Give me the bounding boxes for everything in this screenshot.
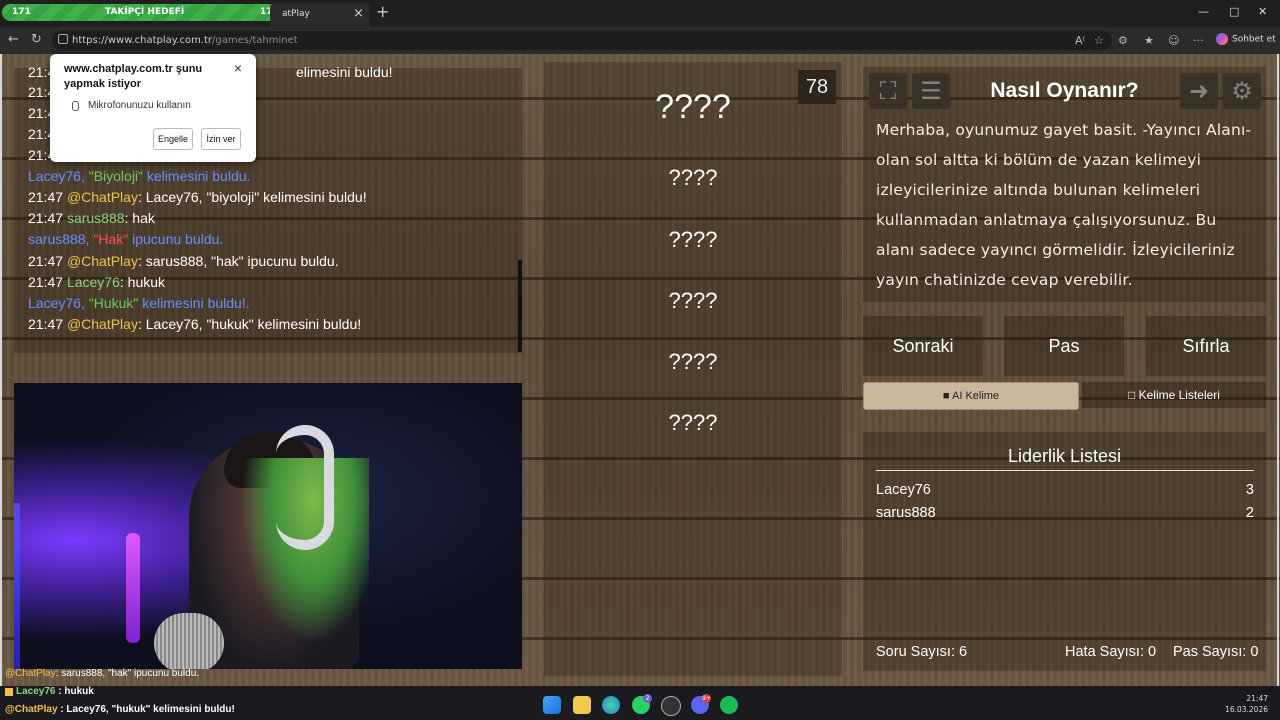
- permission-text: Mikrofonunuzu kullanın: [88, 100, 191, 111]
- ticker-marker-icon: [5, 688, 13, 696]
- profile-icon[interactable]: ☺: [1168, 34, 1179, 47]
- follower-goal-bar: 171 TAKİPÇİ HEDEFİ 175: [2, 4, 288, 22]
- ai-word-button[interactable]: ■ AI Kelime: [863, 382, 1079, 410]
- allow-button[interactable]: İzin ver: [201, 128, 241, 150]
- browser-tab-strip: 171 TAKİPÇİ HEDEFİ 175 atPlay × + — □ ✕: [0, 0, 1280, 27]
- reset-button[interactable]: Sıfırla: [1146, 316, 1266, 376]
- error-count: Hata Sayısı: 0: [1065, 644, 1157, 660]
- pink-light: [126, 533, 140, 643]
- chat-system-line: sarus888, "Hak" ipucunu buldu.: [28, 231, 224, 247]
- file-explorer-icon[interactable]: [573, 696, 591, 714]
- spotify-icon[interactable]: [720, 696, 738, 714]
- leaderboard-row: Lacey76 3: [876, 482, 1254, 498]
- pass-button[interactable]: Pas: [1004, 316, 1124, 376]
- notes-icon[interactable]: ☰: [912, 73, 950, 109]
- forbidden-word: ????: [668, 227, 718, 252]
- leaderboard-divider: [876, 470, 1254, 471]
- forbidden-word: ????: [668, 288, 718, 313]
- restore-icon[interactable]: □: [1229, 5, 1239, 18]
- extensions-icon[interactable]: ⚙: [1118, 34, 1128, 47]
- chat-system-line: Lacey76, "Biyoloji" kelimesini buldu.: [28, 168, 251, 184]
- document-icon: □: [1128, 388, 1136, 402]
- next-button[interactable]: Sonraki: [863, 316, 983, 376]
- word-lists-button[interactable]: □ Kelime Listeleri: [1082, 382, 1266, 408]
- app-icon[interactable]: [661, 696, 681, 716]
- settings-gear-icon[interactable]: ⚙: [1223, 73, 1261, 109]
- overlay-caption: @ChatPlay: sarus888, "hak" ipucunu buldu…: [5, 668, 200, 679]
- leaderboard-panel: Liderlik Listesi Lacey76 3 sarus888 2 Soru…: [863, 432, 1266, 671]
- microphone-permission-popup: www.chatplay.com.tr şunu yapmak istiyor …: [50, 54, 256, 162]
- address-bar-row: ← ↻ https://www.chatplay.com.tr/games/ta…: [0, 27, 1280, 54]
- favorite-star-icon[interactable]: ☆: [1094, 34, 1104, 47]
- copilot-chat-button[interactable]: Sohbet et: [1216, 33, 1276, 45]
- leaderboard-row: sarus888 2: [876, 505, 1254, 521]
- forbidden-word: ????: [668, 349, 718, 374]
- copilot-label: Sohbet et: [1232, 34, 1276, 45]
- site-info-icon[interactable]: [58, 34, 68, 44]
- headphones: [276, 425, 334, 550]
- ticker-line: Lacey76 : hukuk: [16, 686, 94, 697]
- block-button[interactable]: Engelle: [153, 128, 193, 150]
- chat-line: 21:47 @ChatPlay: sarus888, "hak" ipucunu…: [28, 253, 339, 269]
- goal-start: 171: [12, 7, 31, 17]
- new-tab-button[interactable]: +: [376, 2, 389, 21]
- url-field[interactable]: https://www.chatplay.com.tr/games/tahmin…: [52, 31, 1112, 50]
- read-aloud-icon[interactable]: A⁽: [1075, 34, 1085, 47]
- chat-line: 21:47 @ChatPlay: Lacey76, "biyoloji" kel…: [28, 189, 367, 205]
- chat-line: 21:47 Lacey76: hukuk: [28, 274, 166, 290]
- copilot-icon: [1216, 33, 1228, 45]
- fullscreen-icon[interactable]: ⛶: [869, 73, 907, 109]
- tab-title: atPlay: [282, 9, 310, 19]
- whatsapp-badge: 2: [643, 694, 652, 703]
- robot-icon: ■: [942, 390, 950, 402]
- led-strip: [14, 503, 20, 669]
- minimize-icon[interactable]: —: [1198, 5, 1209, 18]
- popup-title: www.chatplay.com.tr şunu yapmak istiyor: [64, 63, 203, 90]
- popup-close-icon[interactable]: ×: [234, 60, 242, 76]
- more-menu-icon[interactable]: ···: [1193, 34, 1204, 47]
- goal-label: TAKİPÇİ HEDEFİ: [105, 7, 185, 17]
- windows-start-icon[interactable]: [543, 696, 561, 714]
- forbidden-word: ????: [668, 410, 718, 435]
- favorites-icon[interactable]: ★: [1144, 34, 1154, 47]
- ticker-line: @ChatPlay : Lacey76, "hukuk" kelimesini …: [5, 704, 235, 715]
- edge-browser-icon[interactable]: [602, 696, 620, 714]
- url-path: /games/tahminet: [212, 35, 298, 46]
- tab-close-icon[interactable]: ×: [353, 6, 364, 21]
- chat-system-line: Lacey76, "Hukuk" kelimesini buldu!.: [28, 295, 250, 311]
- chat-line: 21:47 sarus888: hak: [28, 210, 155, 226]
- question-count: Soru Sayısı: 6: [876, 644, 968, 660]
- back-icon[interactable]: ←: [8, 32, 19, 47]
- chat-line: 21:47 @ChatPlay: Lacey76, "hukuk" kelime…: [28, 316, 362, 332]
- left-edge: [0, 54, 2, 686]
- how-to-text: Merhaba, oyunumuz gayet basit. -Yayıncı …: [876, 121, 1252, 289]
- discord-badge: 9+: [702, 694, 711, 703]
- refresh-icon[interactable]: ↻: [31, 32, 42, 47]
- leaderboard-title: Liderlik Listesi: [1007, 446, 1122, 466]
- system-clock[interactable]: 21:47 16.03.2026: [1225, 693, 1268, 715]
- url-host: https://www.chatplay.com.tr: [72, 35, 213, 46]
- main-word: ????: [655, 88, 731, 126]
- right-edge: [1277, 54, 1279, 686]
- window-close-icon[interactable]: ✕: [1258, 5, 1267, 18]
- webcam-video: [14, 383, 522, 669]
- pass-count: Pas Sayısı: 0: [1173, 644, 1259, 660]
- forbidden-word: ????: [668, 165, 718, 190]
- microphone-icon: [72, 101, 79, 111]
- active-tab[interactable]: atPlay ×: [270, 3, 370, 27]
- microphone: [154, 613, 224, 669]
- exit-icon[interactable]: ➜: [1180, 73, 1218, 109]
- chat-scrollbar[interactable]: [518, 260, 522, 352]
